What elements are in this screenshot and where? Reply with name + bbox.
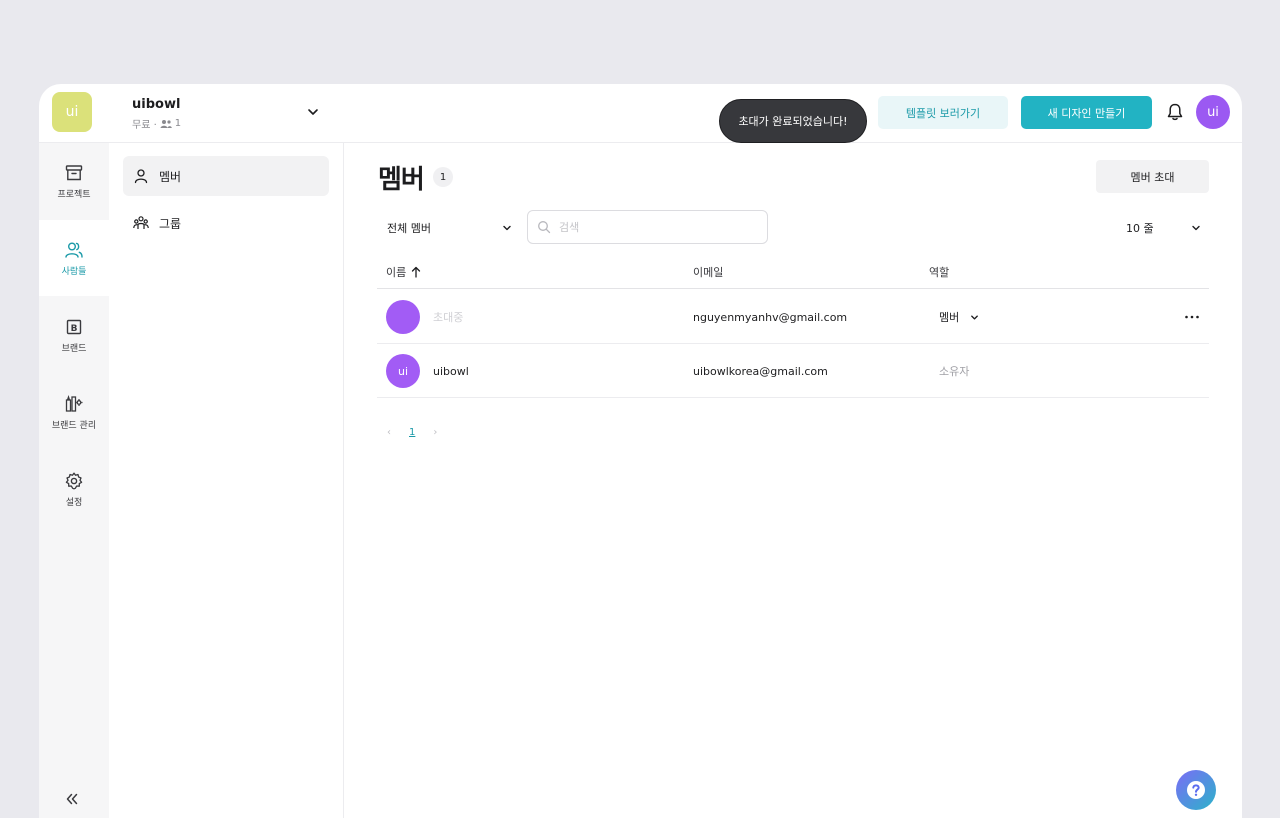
- more-options-icon[interactable]: [1183, 308, 1201, 326]
- archive-box-icon: [65, 164, 83, 180]
- top-header: ui uibowl 무료 · 1 초대가 완료되었습니다! 템플릿 보러가기 새…: [39, 84, 1242, 143]
- people-icon: [160, 119, 172, 128]
- gear-icon: [65, 472, 83, 489]
- member-filter-select[interactable]: 전체 멤버: [387, 217, 513, 239]
- person-icon: [134, 169, 148, 184]
- workspace-logo[interactable]: ui: [52, 92, 92, 132]
- svg-text:B: B: [71, 324, 78, 334]
- search-input[interactable]: [559, 220, 739, 234]
- toast-notification: 초대가 완료되었습니다!: [719, 99, 867, 143]
- filter-value: 전체 멤버: [387, 222, 431, 235]
- nav-label: 브랜드: [61, 343, 87, 354]
- subnav-item-members[interactable]: 멤버: [123, 156, 329, 196]
- page-number[interactable]: 1: [409, 427, 415, 438]
- member-email: nguyenmyanhv@gmail.com: [693, 310, 848, 324]
- search-icon: [538, 221, 551, 234]
- next-page-button[interactable]: ›: [433, 427, 437, 438]
- nav-item-settings[interactable]: 설정: [39, 451, 109, 527]
- view-templates-button[interactable]: 템플릿 보러가기: [878, 96, 1008, 129]
- subnav-item-groups[interactable]: 그룹: [123, 203, 329, 243]
- nav-label: 프로젝트: [57, 189, 91, 200]
- page-title: 멤버: [378, 165, 425, 195]
- member-name: 초대중: [433, 311, 464, 324]
- avatar: [386, 300, 420, 334]
- prev-page-button[interactable]: ‹: [387, 427, 391, 438]
- workspace-name[interactable]: uibowl: [132, 97, 180, 112]
- nav-item-brand[interactable]: B 브랜드: [39, 297, 109, 373]
- member-count-badge: 1: [433, 167, 453, 187]
- people-subnav: 멤버 그룹: [109, 143, 344, 818]
- member-name-cell: 초대중: [386, 290, 463, 344]
- member-role: 소유자: [939, 365, 970, 378]
- workspace-meta: 무료 · 1: [132, 116, 181, 131]
- nav-item-projects[interactable]: 프로젝트: [39, 143, 109, 219]
- sort-ascending-icon: [412, 266, 421, 278]
- chevron-down-icon: [503, 225, 511, 231]
- role-value: 멤버: [939, 311, 960, 324]
- table-row: 초대중 nguyenmyanhv@gmail.com 멤버: [377, 290, 1209, 344]
- brand-manage-icon: [65, 394, 83, 412]
- role-select[interactable]: 멤버: [939, 290, 980, 344]
- avatar: ui: [386, 354, 420, 388]
- member-name: uibowl: [433, 364, 469, 378]
- column-header-name[interactable]: 이름: [386, 264, 421, 280]
- user-avatar[interactable]: ui: [1196, 95, 1230, 129]
- chevron-down-icon: [1192, 225, 1200, 231]
- nav-label: 사람들: [61, 266, 87, 277]
- nav-label: 설정: [65, 497, 83, 508]
- subnav-label: 그룹: [159, 216, 182, 231]
- pagination: ‹ 1 ›: [387, 427, 437, 438]
- question-mark-icon: [1187, 781, 1205, 799]
- brand-b-icon: B: [66, 319, 82, 334]
- column-label: 이름: [386, 266, 407, 279]
- users-icon: [65, 242, 83, 258]
- bell-icon[interactable]: [1165, 102, 1185, 122]
- workspace-member-count: 1: [174, 118, 182, 129]
- help-button[interactable]: [1176, 770, 1216, 810]
- rows-per-page-select[interactable]: 10 줄: [1126, 217, 1202, 239]
- chevrons-left-icon[interactable]: [63, 790, 81, 808]
- column-header-role: 역할: [929, 264, 949, 280]
- left-navigation: 프로젝트 사람들 B 브랜드 브랜드 관리 설정: [39, 143, 109, 818]
- nav-label: 브랜드 관리: [51, 420, 97, 431]
- rows-per-page-value: 10 줄: [1126, 222, 1154, 235]
- app-window: ui uibowl 무료 · 1 초대가 완료되었습니다! 템플릿 보러가기 새…: [39, 84, 1242, 818]
- group-icon: [133, 216, 149, 229]
- member-email: uibowlkorea@gmail.com: [693, 364, 828, 378]
- workspace-plan: 무료 ·: [132, 120, 157, 131]
- subnav-label: 멤버: [159, 169, 182, 184]
- member-name-cell: ui uibowl: [386, 344, 469, 398]
- new-design-button[interactable]: 새 디자인 만들기: [1021, 96, 1152, 129]
- invite-member-button[interactable]: 멤버 초대: [1096, 160, 1209, 193]
- chevron-down-icon: [971, 314, 979, 320]
- nav-item-brand-manage[interactable]: 브랜드 관리: [39, 374, 109, 450]
- table-row: ui uibowl uibowlkorea@gmail.com 소유자: [377, 344, 1209, 398]
- chevron-down-icon[interactable]: [305, 104, 321, 120]
- search-box: [527, 210, 768, 244]
- nav-item-people[interactable]: 사람들: [39, 220, 109, 296]
- table-header: 이름 이메일 역할: [377, 255, 1209, 289]
- column-label: 이메일: [693, 266, 724, 279]
- column-label: 역할: [929, 266, 950, 279]
- members-panel: 멤버 1 멤버 초대 전체 멤버 10 줄 이름 이메일 역할: [344, 143, 1242, 818]
- column-header-email: 이메일: [693, 264, 723, 280]
